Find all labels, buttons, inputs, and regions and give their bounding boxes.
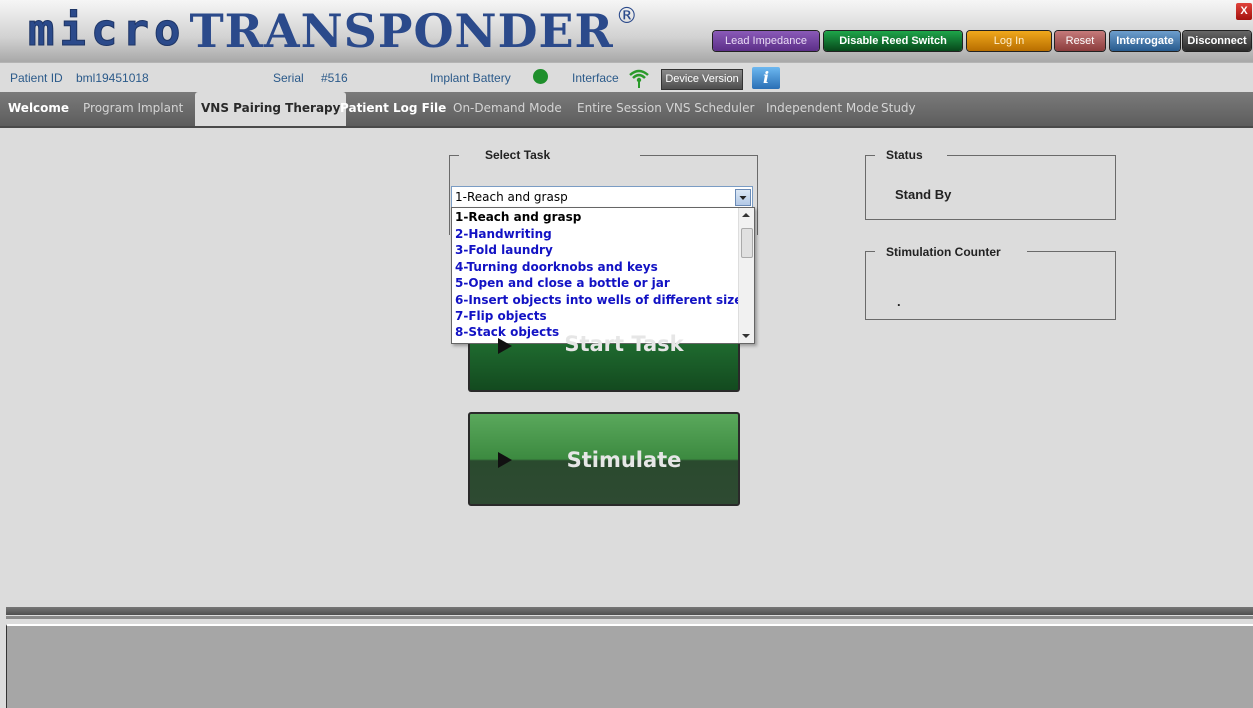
logo-micro-text: micro (27, 5, 186, 57)
battery-status-icon (533, 69, 548, 84)
tab-independent-mode[interactable]: Independent Mode (766, 92, 879, 126)
scroll-down-icon[interactable] (742, 333, 750, 339)
logo-transponder-text: TRANSPONDER (189, 4, 614, 58)
tab-vns-pairing-therapy[interactable]: VNS Pairing Therapy (195, 92, 347, 126)
list-item[interactable]: 3-Fold laundry (455, 243, 553, 257)
group-border (1115, 251, 1116, 319)
serial-label: Serial (273, 71, 304, 85)
stimulation-counter-value: . (897, 294, 901, 309)
status-label: Status (886, 148, 923, 162)
chevron-down-icon[interactable] (735, 189, 751, 206)
tab-on-demand-mode[interactable]: On-Demand Mode (453, 92, 562, 126)
group-border (865, 319, 1116, 320)
patient-info-bar: Patient ID bml19451018 Serial #516 Impla… (0, 62, 1253, 93)
interrogate-button[interactable]: Interrogate (1110, 31, 1180, 51)
serial-value: #516 (321, 71, 348, 85)
divider (6, 616, 1253, 619)
dropdown-scrollbar[interactable] (738, 208, 754, 343)
group-border (449, 155, 450, 235)
group-border (640, 155, 757, 156)
list-item[interactable]: 4-Turning doorknobs and keys (455, 260, 658, 274)
divider (6, 607, 1253, 615)
stimulate-label: Stimulate (566, 448, 682, 472)
tab-patient-log-file[interactable]: Patient Log File (340, 92, 446, 126)
patient-id-value: bml19451018 (76, 71, 149, 85)
tab-bar: Welcome Program Implant VNS Pairing Ther… (0, 92, 1253, 128)
logo-registered-mark: ® (615, 4, 638, 29)
list-item[interactable]: 6-Insert objects into wells of different… (455, 293, 750, 307)
list-item[interactable]: 1-Reach and grasp (455, 210, 581, 224)
group-border (1027, 251, 1115, 252)
group-border (865, 219, 1116, 220)
group-border (865, 155, 875, 156)
task-select-value: 1-Reach and grasp (455, 190, 568, 204)
status-value: Stand By (895, 187, 952, 202)
task-dropdown-list: 1-Reach and grasp 2-Handwriting 3-Fold l… (451, 207, 755, 344)
select-task-label: Select Task (485, 148, 551, 162)
interface-label: Interface (572, 71, 619, 85)
group-border (865, 251, 875, 252)
list-item[interactable]: 7-Flip objects (455, 309, 547, 323)
task-select[interactable]: 1-Reach and grasp (451, 186, 753, 208)
group-border (449, 155, 459, 156)
group-border (757, 155, 758, 235)
stimulation-counter-label: Stimulation Counter (886, 245, 1001, 259)
tab-entire-session-vns-scheduler[interactable]: Entire Session VNS Scheduler (577, 92, 754, 126)
patient-id-label: Patient ID (10, 71, 63, 85)
scroll-up-icon[interactable] (742, 212, 750, 218)
disconnect-button[interactable]: Disconnect (1183, 31, 1251, 51)
group-border (1115, 155, 1116, 219)
close-icon[interactable]: X (1236, 3, 1252, 20)
wifi-signal-icon (629, 69, 649, 88)
group-border (865, 251, 866, 319)
lead-impedance-button[interactable]: Lead Impedance (713, 31, 819, 51)
list-item[interactable]: 2-Handwriting (455, 227, 552, 241)
scroll-thumb[interactable] (741, 228, 753, 258)
tab-program-implant[interactable]: Program Implant (83, 92, 183, 126)
tab-study[interactable]: Study (881, 92, 916, 126)
implant-battery-label: Implant Battery (430, 71, 511, 85)
log-in-button[interactable]: Log In (967, 31, 1051, 51)
tab-welcome[interactable]: Welcome (8, 92, 69, 126)
group-border (947, 155, 1115, 156)
list-item[interactable]: 5-Open and close a bottle or jar (455, 276, 670, 290)
info-icon[interactable]: i (752, 67, 780, 89)
stimulate-button[interactable]: Stimulate (468, 412, 740, 506)
group-border (865, 155, 866, 219)
microtransponder-logo: micro TRANSPONDER ® (27, 4, 638, 60)
start-task-label: Start Task (564, 332, 684, 356)
disable-reed-switch-button[interactable]: Disable Reed Switch (824, 31, 962, 51)
device-version-button[interactable]: Device Version (661, 69, 743, 90)
log-panel (6, 624, 1253, 708)
reset-button[interactable]: Reset (1055, 31, 1105, 51)
start-task-button[interactable]: Start Task (468, 332, 740, 392)
